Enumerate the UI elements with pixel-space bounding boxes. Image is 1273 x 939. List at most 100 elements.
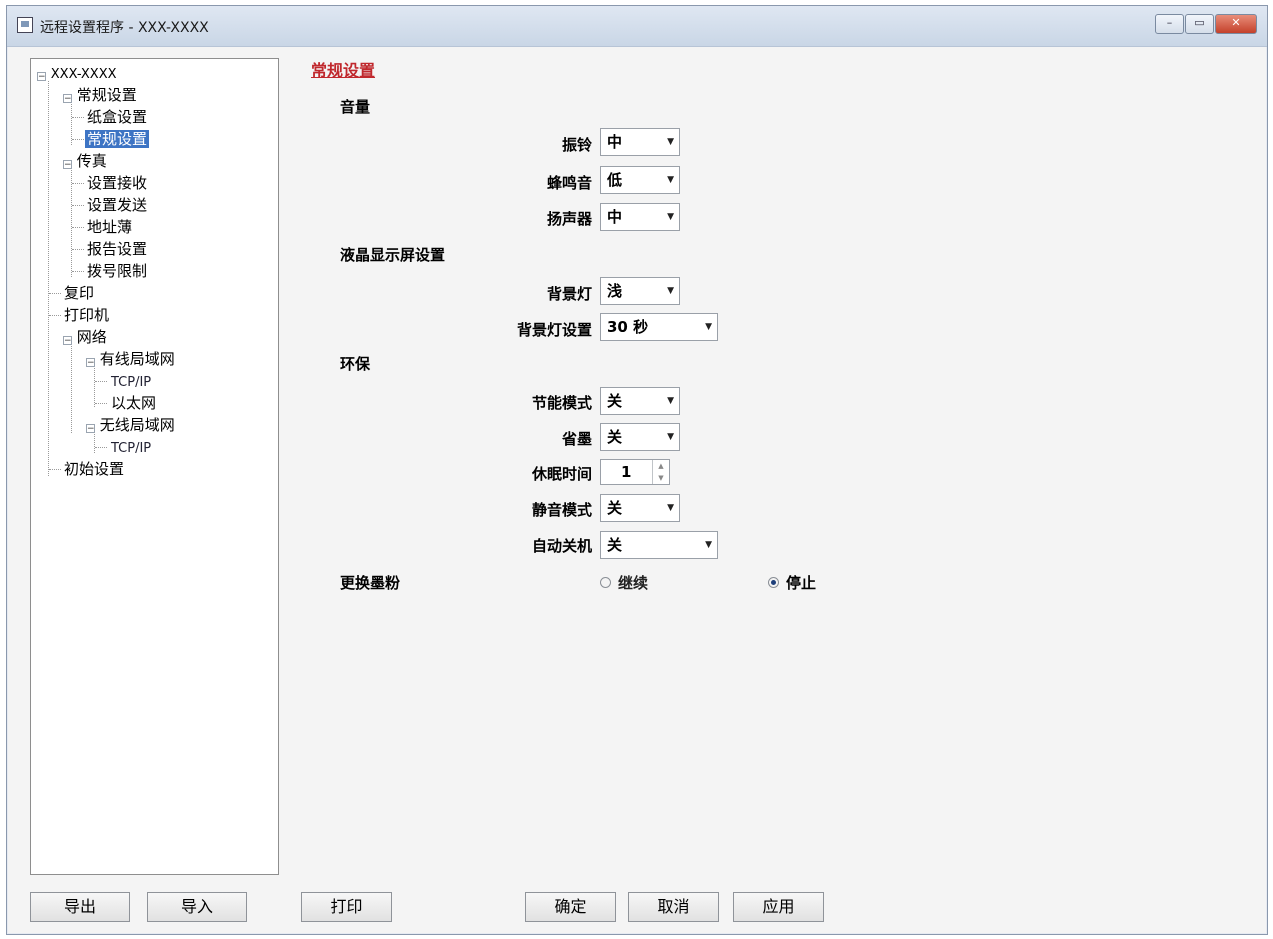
lcd-group-label: 液晶显示屏设置 <box>340 246 446 264</box>
spin-up-icon[interactable]: ▲ <box>653 460 669 472</box>
collapse-icon[interactable]: − <box>86 358 95 368</box>
apply-button[interactable]: 应用 <box>733 892 824 922</box>
dropdown-arrow-icon: ▼ <box>705 540 712 550</box>
tree-label: 拨号限制 <box>87 262 148 280</box>
tree-item-copy[interactable]: 复印 <box>64 283 94 303</box>
sleep-time-value: 1 <box>621 463 632 481</box>
tree-item-wireless-tcpip[interactable]: TCP/IP <box>111 437 151 457</box>
tree-label: TCP/IP <box>111 441 152 456</box>
speaker-select[interactable]: 中 ▼ <box>600 203 680 231</box>
collapse-icon[interactable]: − <box>63 160 72 170</box>
close-button[interactable]: ✕ <box>1215 14 1257 34</box>
tree-label: 复印 <box>64 284 95 302</box>
tree-label: 常规设置 <box>85 130 150 148</box>
tree-item-fax-receive[interactable]: 设置接收 <box>87 173 147 193</box>
tree-item-wireless[interactable]: − 无线局域网 <box>86 415 175 435</box>
tree-item-wired[interactable]: − 有线局域网 <box>86 349 175 369</box>
collapse-icon[interactable]: − <box>37 72 46 82</box>
tree-line <box>72 117 84 118</box>
app-icon <box>17 17 33 33</box>
eco-mode-select[interactable]: 关 ▼ <box>600 387 680 415</box>
tree-line <box>72 139 84 140</box>
print-button[interactable]: 打印 <box>301 892 392 922</box>
eco-mode-value: 关 <box>607 392 623 410</box>
backlight-label: 背景灯 <box>546 285 592 303</box>
tree-item-wired-tcpip[interactable]: TCP/IP <box>111 371 151 391</box>
tree-line <box>95 447 107 448</box>
toner-save-select[interactable]: 关 ▼ <box>600 423 680 451</box>
collapse-icon[interactable]: − <box>63 94 72 104</box>
export-button[interactable]: 导出 <box>30 892 130 922</box>
toner-save-label: 省墨 <box>561 430 592 448</box>
dropdown-arrow-icon: ▼ <box>667 212 674 222</box>
tree-item-fax-send[interactable]: 设置发送 <box>87 195 147 215</box>
import-button[interactable]: 导入 <box>147 892 247 922</box>
volume-group-label: 音量 <box>340 98 371 116</box>
settings-tree[interactable]: − XXX-XXXX − 常规设置 纸盒设置 常规设置 − 传真 设置接收 设置… <box>30 58 279 875</box>
cancel-button[interactable]: 取消 <box>628 892 719 922</box>
auto-off-select[interactable]: 关 ▼ <box>600 531 718 559</box>
tree-item-dial-restrict[interactable]: 拨号限制 <box>87 261 147 281</box>
eco-mode-label: 节能模式 <box>531 394 592 412</box>
ring-select[interactable]: 中 ▼ <box>600 128 680 156</box>
minimize-button[interactable]: – <box>1155 14 1184 34</box>
tree-line <box>48 81 49 476</box>
dropdown-arrow-icon: ▼ <box>667 503 674 513</box>
ok-button[interactable]: 确定 <box>525 892 616 922</box>
tree-line <box>71 343 72 433</box>
auto-off-label: 自动关机 <box>531 537 592 555</box>
tree-item-general-selected[interactable]: 常规设置 <box>85 129 150 149</box>
tree-item-fax[interactable]: − 传真 <box>63 151 107 171</box>
dialog-content: − XXX-XXXX − 常规设置 纸盒设置 常规设置 − 传真 设置接收 设置… <box>8 47 1266 933</box>
dropdown-arrow-icon: ▼ <box>667 175 674 185</box>
maximize-button[interactable]: ▭ <box>1185 14 1214 34</box>
backlight-select[interactable]: 浅 ▼ <box>600 277 680 305</box>
tree-line <box>49 315 61 316</box>
beeper-label: 蜂鸣音 <box>546 174 592 192</box>
sleep-time-spinner[interactable]: 1 ▲ ▼ <box>600 459 670 485</box>
collapse-icon[interactable]: − <box>86 424 95 434</box>
sleep-time-label: 休眠时间 <box>531 465 592 483</box>
tree-label: 初始设置 <box>64 460 125 478</box>
radio-off-icon <box>600 577 611 588</box>
tree-item-address-book[interactable]: 地址薄 <box>87 217 132 237</box>
tree-item-root[interactable]: − XXX-XXXX <box>37 63 117 83</box>
title-bar: 远程设置程序 - XXX-XXXX – ▭ ✕ <box>7 6 1267 47</box>
tree-label: 传真 <box>76 152 107 170</box>
backlight-timer-select[interactable]: 30 秒 ▼ <box>600 313 718 341</box>
tree-item-general[interactable]: − 常规设置 <box>63 85 137 105</box>
dropdown-arrow-icon: ▼ <box>705 322 712 332</box>
tree-label: XXX-XXXX <box>50 67 117 82</box>
backlight-timer-label: 背景灯设置 <box>516 321 592 339</box>
tree-line <box>94 365 95 407</box>
tree-item-initial[interactable]: 初始设置 <box>64 459 124 479</box>
spin-down-icon[interactable]: ▼ <box>653 472 669 484</box>
tree-label: 网络 <box>76 328 107 346</box>
tree-item-report[interactable]: 报告设置 <box>87 239 147 259</box>
tree-label: 设置发送 <box>87 196 148 214</box>
tree-label: 无线局域网 <box>99 416 175 434</box>
tree-label: 纸盒设置 <box>87 108 148 126</box>
eco-group-label: 环保 <box>340 355 371 373</box>
tree-label: TCP/IP <box>111 375 152 390</box>
backlight-timer-value: 30 秒 <box>607 318 649 336</box>
toner-continue-radio[interactable]: 继续 <box>600 572 648 593</box>
toner-stop-radio[interactable]: 停止 <box>768 572 816 593</box>
tree-item-ethernet[interactable]: 以太网 <box>111 393 156 413</box>
tree-item-printer[interactable]: 打印机 <box>64 305 109 325</box>
tree-item-network[interactable]: − 网络 <box>63 327 107 347</box>
collapse-icon[interactable]: − <box>63 336 72 346</box>
auto-off-value: 关 <box>607 536 623 554</box>
speaker-label: 扬声器 <box>546 210 592 228</box>
tree-line <box>72 249 84 250</box>
tree-line <box>72 205 84 206</box>
window-title: 远程设置程序 - XXX-XXXX <box>40 20 209 36</box>
quiet-mode-select[interactable]: 关 ▼ <box>600 494 680 522</box>
remote-setup-window: 远程设置程序 - XXX-XXXX – ▭ ✕ − XXX-XXXX − 常规设… <box>6 5 1268 935</box>
beeper-select[interactable]: 低 ▼ <box>600 166 680 194</box>
tree-line <box>49 293 61 294</box>
tree-item-tray[interactable]: 纸盒设置 <box>87 107 147 127</box>
radio-on-icon <box>768 577 779 588</box>
dropdown-arrow-icon: ▼ <box>667 396 674 406</box>
speaker-value: 中 <box>607 208 623 226</box>
